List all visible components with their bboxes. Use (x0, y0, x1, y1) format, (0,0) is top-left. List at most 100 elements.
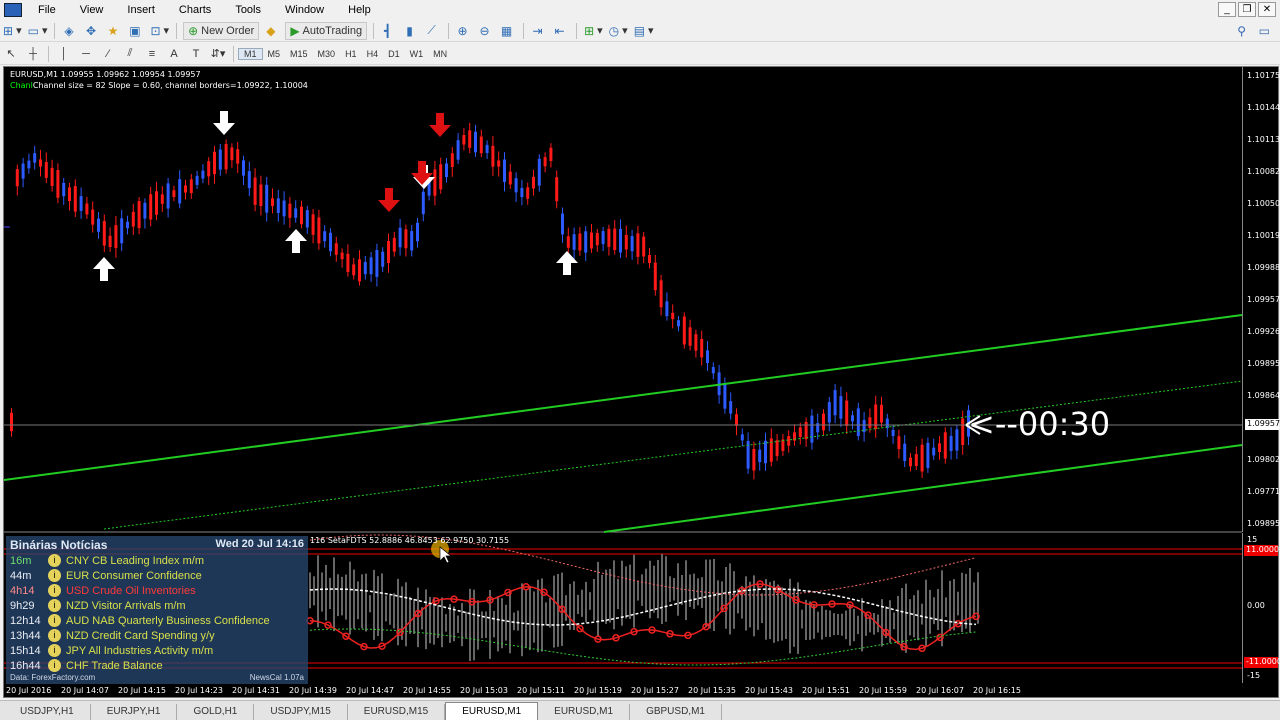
news-event-name: Crude Oil Inventories (92, 584, 196, 597)
channel-icon[interactable]: ⫽ (121, 45, 139, 63)
timeframe-h4[interactable]: H4 (362, 49, 384, 59)
line-chart-icon[interactable]: ⟋ (424, 22, 442, 40)
chart-tab[interactable]: EURUSD,M15 (348, 704, 446, 720)
time-label: 20 Jul 15:11 (517, 686, 565, 695)
chart-window[interactable]: EURUSD,M1 1.09955 1.09962 1.09954 1.0995… (3, 66, 1280, 698)
down-arrow-icon (429, 113, 451, 137)
metaeditor-icon[interactable]: ◆ (263, 22, 281, 40)
candle (108, 235, 112, 248)
autotrading-button[interactable]: ▶ AutoTrading (285, 21, 368, 40)
news-time: 12h14 (10, 614, 41, 627)
price-axis[interactable]: 1.10175 1.10144 1.10113 1.10082 1.10050 … (1242, 67, 1280, 532)
candle (149, 194, 153, 220)
timeframe-m5[interactable]: M5 (263, 49, 286, 59)
timeframe-m30[interactable]: M30 (313, 49, 341, 59)
candle (839, 396, 843, 419)
candlestick-icon[interactable]: ▮ (402, 22, 420, 40)
news-time: 16m (10, 554, 32, 567)
candle (897, 436, 901, 450)
chart-tab[interactable]: EURUSD,M1 (538, 704, 631, 720)
horizontal-line-icon[interactable]: ─ (77, 45, 95, 63)
candle (822, 413, 825, 431)
candle (346, 253, 350, 272)
trendline-icon[interactable]: ⁄ (99, 45, 117, 63)
fibonacci-icon[interactable]: ≡ (143, 45, 161, 63)
menu-charts[interactable]: Charts (167, 0, 223, 20)
periods-icon[interactable]: ◷ ▾ (608, 22, 629, 40)
menu-insert[interactable]: Insert (115, 0, 167, 20)
candle (584, 231, 588, 253)
arrows-icon[interactable]: ⇵▾ (209, 45, 227, 63)
time-label: 20 Jul 15:51 (802, 686, 850, 695)
menu-file[interactable]: File (26, 0, 68, 20)
timeframe-mn[interactable]: MN (428, 49, 452, 59)
new-order-button[interactable]: ⊕ New Order (183, 21, 260, 40)
indicators-icon[interactable]: ⊞ ▾ (583, 22, 604, 40)
news-currency: EUR (66, 569, 90, 582)
timeframe-m15[interactable]: M15 (285, 49, 313, 59)
price-label: 1.09864 (1247, 391, 1280, 400)
menu-window[interactable]: Window (273, 0, 336, 20)
chart-tab[interactable]: GBPUSD,M1 (630, 704, 722, 720)
candle (485, 144, 489, 154)
candle (468, 130, 472, 148)
autoscroll-icon[interactable]: ⇥ (530, 22, 548, 40)
chart-tab[interactable]: USDJPY,M15 (254, 704, 348, 720)
bar-chart-icon[interactable]: ┫ (380, 22, 398, 40)
data-window-icon[interactable]: ✥ (83, 22, 101, 40)
channel-prefix: Chanl (10, 81, 33, 90)
chart-shift-icon[interactable]: ⇤ (552, 22, 570, 40)
restore-icon[interactable]: ❐ (1238, 2, 1256, 17)
menu-help[interactable]: Help (336, 0, 383, 20)
price-label: 1.10113 (1247, 135, 1280, 144)
navigator-icon[interactable]: ★ (105, 22, 123, 40)
timeframe-m1[interactable]: M1 (238, 47, 263, 60)
profiles-icon[interactable]: ▭ ▾ (27, 22, 49, 40)
candle (694, 334, 698, 351)
text-icon[interactable]: A (165, 45, 183, 63)
news-event: EUR Consumer Confidence (66, 570, 202, 582)
channel-upper (4, 314, 1243, 481)
candle (758, 449, 762, 463)
chart-tab[interactable]: EURJPY,H1 (91, 704, 178, 720)
strategy-tester-icon[interactable]: ⊡ ▾ (149, 22, 170, 40)
timeframe-h1[interactable]: H1 (340, 49, 362, 59)
chart-tab[interactable]: EURUSD,M1 (445, 702, 539, 720)
market-watch-icon[interactable]: ◈ (61, 22, 79, 40)
time-label: 20 Jul 15:59 (859, 686, 907, 695)
tile-windows-icon[interactable]: ▦ (499, 22, 517, 40)
news-event: USD Crude Oil Inventories (66, 585, 196, 597)
candle (735, 414, 738, 426)
candle (856, 408, 860, 437)
candle (520, 187, 524, 198)
timeframe-w1[interactable]: W1 (405, 49, 429, 59)
menu-view[interactable]: View (68, 0, 116, 20)
search-icon[interactable]: ⚲ (1237, 24, 1246, 38)
vertical-line-icon[interactable]: │ (55, 45, 73, 63)
terminal-icon[interactable]: ▣ (127, 22, 145, 40)
new-chart-icon[interactable]: ⊞ ▾ (2, 22, 23, 40)
chat-icon[interactable]: ▭ (1259, 24, 1270, 38)
info-icon: i (48, 584, 61, 597)
price-label: 1.09802 (1247, 455, 1280, 464)
candle (491, 145, 495, 167)
down-arrow-icon (378, 188, 400, 212)
text-label-icon[interactable]: T (187, 45, 205, 63)
minimize-icon[interactable]: _ (1218, 2, 1236, 17)
menu-tools[interactable]: Tools (223, 0, 273, 20)
chart-tab[interactable]: USDJPY,H1 (4, 704, 91, 720)
zoom-in-icon[interactable]: ⊕ (455, 22, 473, 40)
timeframe-d1[interactable]: D1 (383, 49, 405, 59)
band-lower (309, 628, 977, 666)
templates-icon[interactable]: ▤ ▾ (633, 22, 655, 40)
chart-tab[interactable]: GOLD,H1 (177, 704, 255, 720)
candle (671, 312, 675, 320)
candle (665, 301, 669, 317)
channel-info: ChanlChannel size = 82 Slope = 0.60, cha… (10, 81, 308, 90)
crosshair-icon[interactable]: ┼ (24, 45, 42, 63)
candle (160, 194, 164, 204)
candle (15, 169, 19, 187)
close-icon[interactable]: ✕ (1258, 2, 1276, 17)
cursor-icon[interactable]: ↖ (2, 45, 20, 63)
zoom-out-icon[interactable]: ⊖ (477, 22, 495, 40)
